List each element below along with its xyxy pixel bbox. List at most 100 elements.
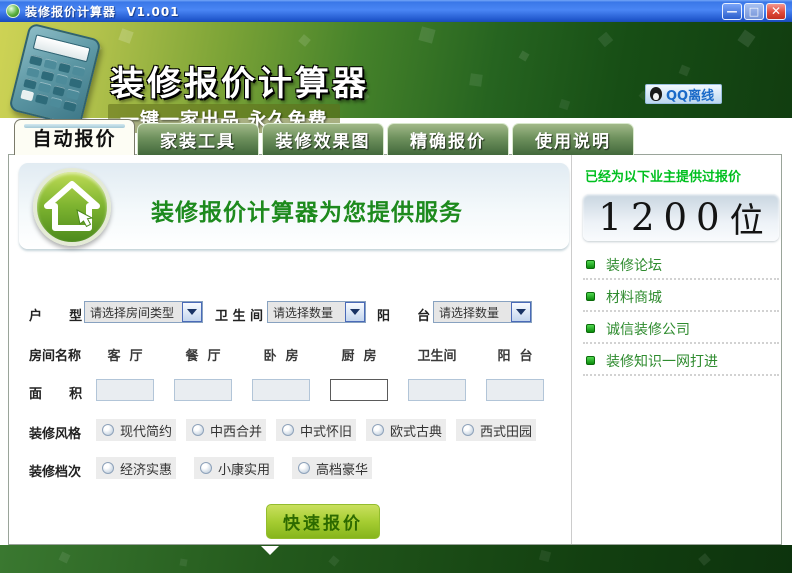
radio-icon[interactable] xyxy=(298,462,310,474)
style-option-western-pastoral[interactable]: 西式田园 xyxy=(456,419,536,441)
grade-option-label: 小康实用 xyxy=(218,459,270,478)
confetti xyxy=(559,99,570,110)
grade-option-label: 高档豪华 xyxy=(316,459,368,478)
link-renovation-knowledge[interactable]: 装修知识一网打进 xyxy=(583,347,779,376)
bullet-icon xyxy=(586,356,595,365)
style-option-label: 中式怀旧 xyxy=(300,421,352,440)
area-input-bedroom[interactable] xyxy=(252,379,310,401)
room-name-kitchen: 厨 房 xyxy=(330,345,388,364)
confetti xyxy=(679,65,691,77)
sidebar-heading: 已经为以下业主提供过报价 xyxy=(585,166,779,185)
radio-icon[interactable] xyxy=(282,424,294,436)
title-bar: 装修报价计算器 V1.001 — □ ✕ xyxy=(0,0,792,22)
qq-status-label: QQ离线 xyxy=(666,85,714,104)
balcony-count-value: 请选择数量 xyxy=(434,302,511,322)
chevron-down-icon[interactable] xyxy=(345,302,365,322)
confetti xyxy=(698,553,711,566)
tab-label: 家装工具 xyxy=(160,127,236,152)
link-label: 诚信装修公司 xyxy=(606,319,690,339)
tab-auto-quote[interactable]: 自动报价 xyxy=(14,119,135,155)
balcony-count-select[interactable]: 请选择数量 xyxy=(433,301,532,323)
bathroom-label: 卫 生 间 xyxy=(215,305,263,324)
tab-accent-bar xyxy=(24,124,125,128)
tab-precise-quote[interactable]: 精确报价 xyxy=(387,123,509,155)
room-type-value: 请选择房间类型 xyxy=(85,302,182,322)
tab-bar: 自动报价 家装工具 装修效果图 精确报价 使用说明 xyxy=(0,118,792,155)
grade-option-economy[interactable]: 经济实惠 xyxy=(96,457,176,479)
confetti xyxy=(298,34,311,47)
area-input-dining[interactable] xyxy=(174,379,232,401)
style-row-label: 装修风格 xyxy=(29,423,81,442)
radio-icon[interactable] xyxy=(102,424,114,436)
tab-label: 精确报价 xyxy=(410,127,486,152)
calculator-keys xyxy=(20,55,85,112)
footer-banner xyxy=(0,545,792,573)
minimize-button[interactable]: — xyxy=(722,3,742,20)
radio-icon[interactable] xyxy=(462,424,474,436)
app-icon xyxy=(6,4,20,18)
bathroom-count-select[interactable]: 请选择数量 xyxy=(267,301,366,323)
bullet-icon xyxy=(586,324,595,333)
maximize-button[interactable]: □ xyxy=(744,3,764,20)
confetti xyxy=(179,558,187,566)
area-input-balcony[interactable] xyxy=(486,379,544,401)
confetti xyxy=(59,552,71,564)
home-circle-button[interactable] xyxy=(33,168,111,246)
counter-unit: 位 xyxy=(730,193,764,242)
tab-label: 装修效果图 xyxy=(276,127,371,152)
grade-option-comfortable[interactable]: 小康实用 xyxy=(194,457,274,479)
radio-icon[interactable] xyxy=(102,462,114,474)
link-label: 装修知识一网打进 xyxy=(606,351,718,371)
qq-status-badge[interactable]: QQ离线 xyxy=(645,84,722,104)
style-option-label: 中西合并 xyxy=(210,421,262,440)
chevron-down-icon[interactable] xyxy=(182,302,202,322)
style-option-european-classic[interactable]: 欧式古典 xyxy=(366,419,446,441)
room-name-dining: 餐 厅 xyxy=(174,345,232,364)
radio-icon[interactable] xyxy=(192,424,204,436)
tab-renovation-gallery[interactable]: 装修效果图 xyxy=(262,123,384,155)
area-input-kitchen[interactable] xyxy=(330,379,388,401)
balcony-label: 阳 台 xyxy=(377,305,430,324)
grade-row-label: 装修档次 xyxy=(29,461,81,480)
style-option-east-west[interactable]: 中西合并 xyxy=(186,419,266,441)
content-panel: 装修报价计算器为您提供服务 户 型 请选择房间类型 卫 生 间 请选择数量 阳 … xyxy=(8,154,782,545)
quick-quote-button[interactable]: 快速报价 xyxy=(266,504,380,539)
hero-title: 装修报价计算器为您提供服务 xyxy=(151,193,463,227)
area-input-living[interactable] xyxy=(96,379,154,401)
chevron-down-icon[interactable] xyxy=(511,302,531,322)
link-label: 材料商城 xyxy=(606,287,662,307)
window-controls: — □ ✕ xyxy=(722,3,788,20)
room-name-balcony: 阳 台 xyxy=(486,345,544,364)
window-title: 装修报价计算器 V1.001 xyxy=(25,3,180,20)
rooms-row-label: 房间名称 xyxy=(29,345,81,364)
tab-user-guide[interactable]: 使用说明 xyxy=(512,123,634,155)
grade-option-luxury[interactable]: 高档豪华 xyxy=(292,457,372,479)
tab-home-tools[interactable]: 家装工具 xyxy=(137,123,259,155)
room-type-select[interactable]: 请选择房间类型 xyxy=(84,301,203,323)
style-option-modern[interactable]: 现代简约 xyxy=(96,419,176,441)
confetti xyxy=(519,51,530,62)
style-option-chinese-retro[interactable]: 中式怀旧 xyxy=(276,419,356,441)
counter-box: 1200 位 xyxy=(583,194,779,241)
counter-number: 1200 xyxy=(598,196,728,239)
link-renovation-forum[interactable]: 装修论坛 xyxy=(583,251,779,280)
house-type-label: 户 型 xyxy=(29,305,82,324)
vertical-divider xyxy=(571,155,572,544)
room-name-bathroom: 卫生间 xyxy=(408,345,466,364)
radio-icon[interactable] xyxy=(372,424,384,436)
link-trusted-companies[interactable]: 诚信装修公司 xyxy=(583,315,779,344)
area-row-label: 面 积 xyxy=(29,383,82,402)
link-materials-mall[interactable]: 材料商城 xyxy=(583,283,779,312)
panel-notch xyxy=(261,546,279,555)
style-option-label: 欧式古典 xyxy=(390,421,442,440)
area-input-bathroom[interactable] xyxy=(408,379,466,401)
sidebar: 已经为以下业主提供过报价 1200 位 装修论坛 材料商城 诚信装修公司 xyxy=(583,163,779,376)
bullet-icon xyxy=(586,260,595,269)
bullet-icon xyxy=(586,292,595,301)
close-button[interactable]: ✕ xyxy=(766,3,786,20)
radio-icon[interactable] xyxy=(200,462,212,474)
confetti xyxy=(539,550,551,562)
house-icon xyxy=(41,176,103,238)
app-window: 装修报价计算器 V1.001 — □ ✕ 装修报价计算器 一键一家出品 永久免费… xyxy=(0,0,792,573)
tab-label: 自动报价 xyxy=(32,124,116,151)
